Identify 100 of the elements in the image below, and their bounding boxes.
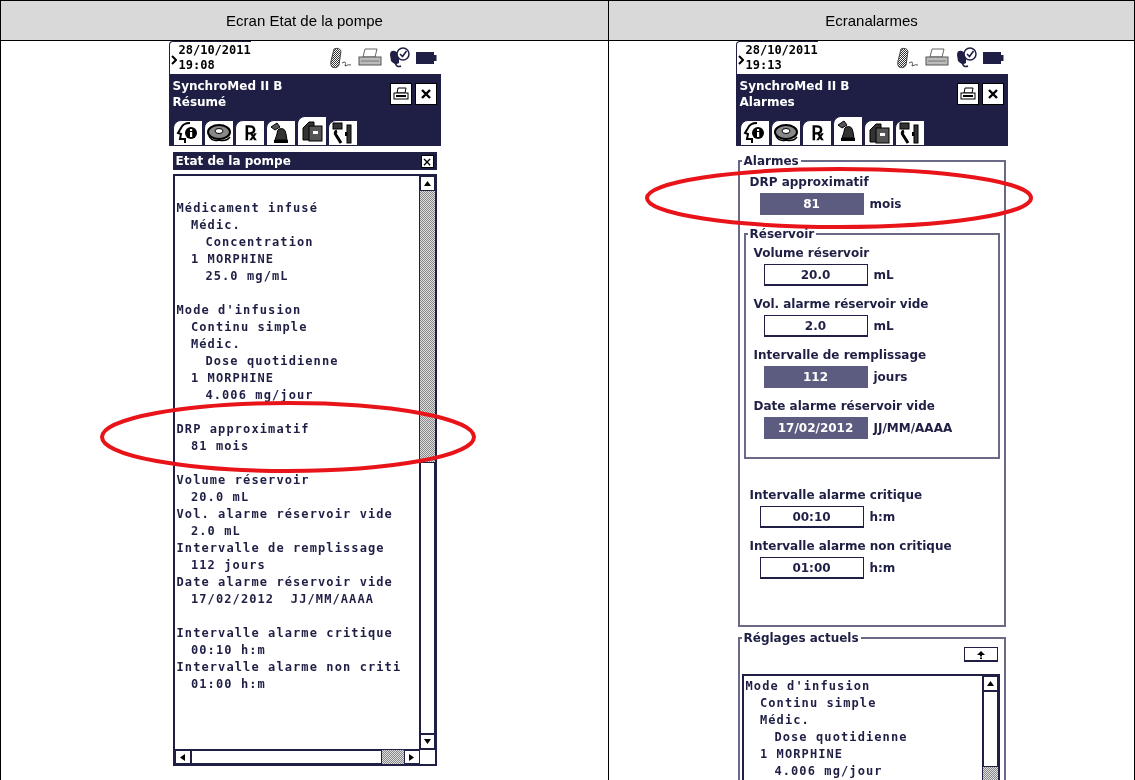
listing-line: Intervalle alarme critique: [176, 625, 394, 642]
unit-label: h:m: [869, 510, 896, 524]
vertical-scrollbar[interactable]: [981, 676, 998, 780]
print-button[interactable]: [956, 83, 979, 105]
tab[interactable]: [296, 116, 327, 146]
field-label: Intervalle de remplissage: [753, 347, 928, 364]
close-button[interactable]: [981, 83, 1004, 105]
remote-control-icon: [895, 46, 920, 69]
listing-line: 4.006 mg/jour: [204, 387, 315, 404]
unit-label: mL: [873, 319, 894, 333]
value-field[interactable]: 01:00: [759, 557, 864, 579]
listing-line: 20.0 mL: [189, 489, 251, 506]
close-icon: [419, 88, 432, 100]
listing-line: Mode d'infusion: [176, 302, 303, 319]
listing-line: Date alarme réservoir vide: [176, 574, 394, 591]
folder-icon: [866, 122, 891, 144]
battery-icon: [414, 50, 437, 65]
battery-icon: [981, 50, 1004, 65]
scroll-up-arrow-icon[interactable]: [986, 681, 994, 686]
listing-line: 25.0 mg/mL: [204, 268, 290, 285]
field-label: Vol. alarme réservoir vide: [753, 296, 930, 313]
time-text: 19:13: [745, 58, 783, 73]
tab[interactable]: [327, 120, 358, 146]
field-label: Date alarme réservoir vide: [753, 398, 936, 415]
listing-line: 112 jours: [189, 557, 267, 574]
printer-icon: [923, 47, 950, 68]
tab[interactable]: [832, 116, 863, 146]
date-text: 28/10/2011: [178, 43, 251, 58]
field-label: Volume réservoir: [753, 245, 871, 262]
listing-line: Intervalle alarme non criti: [176, 659, 403, 676]
value-field[interactable]: 20.0: [763, 264, 868, 286]
listing-line: Continu simple: [758, 695, 878, 712]
scroll-thumb[interactable]: [982, 691, 998, 767]
device-name: SynchroMed II B: [172, 78, 284, 94]
tab[interactable]: [265, 120, 296, 146]
field-label: Intervalle alarme non critique: [749, 538, 953, 555]
tab[interactable]: ℞: [234, 120, 265, 146]
listing-line: 1 MORPHINE: [189, 251, 276, 268]
listing-line: 1 MORPHINE: [189, 370, 276, 387]
value-field: 81: [759, 193, 864, 215]
listing-line: 00:10 h:m: [189, 642, 267, 659]
head-info-icon: [742, 122, 767, 144]
column-header: Ecranalarmes: [608, 1, 1134, 40]
tab[interactable]: [739, 120, 770, 146]
device-name: SynchroMed II B: [739, 78, 851, 94]
scroll-left-arrow-icon[interactable]: [180, 753, 185, 761]
value-field[interactable]: 2.0: [763, 315, 868, 337]
page-title: Résumé: [172, 94, 228, 110]
listing-line: Médic.: [189, 217, 242, 234]
scroll-up-arrow-icon[interactable]: [423, 181, 431, 186]
rx-symbol: ℞: [243, 123, 256, 143]
date-text: 28/10/2011: [745, 43, 818, 58]
listing-line: 1 MORPHINE: [758, 746, 845, 763]
page-title: Alarmes: [739, 94, 796, 110]
printer-icon: [356, 47, 383, 68]
tab[interactable]: ℞: [801, 120, 832, 146]
close-button[interactable]: [414, 83, 437, 105]
value-field[interactable]: 00:10: [759, 506, 864, 528]
group-legend: Réglages actuels: [741, 630, 861, 646]
vertical-scrollbar[interactable]: [418, 176, 435, 749]
listing-line: Dose quotidienne: [773, 729, 909, 746]
scroll-down-arrow-icon[interactable]: [423, 739, 431, 744]
scroll-right-arrow-icon[interactable]: [409, 753, 414, 761]
pump-disc-icon: [772, 122, 799, 144]
scroll-track: [982, 767, 998, 780]
scroll-thumb[interactable]: [419, 461, 435, 734]
listing-line: Concentration: [204, 234, 315, 251]
listing-line: 4.006 mg/jour: [773, 763, 884, 780]
listing-line: Intervalle de remplissage: [176, 540, 386, 557]
collapse-button[interactable]: [963, 647, 998, 662]
listing-line: DRP approximatif: [176, 421, 311, 438]
tab[interactable]: [203, 120, 234, 146]
listing-line: 81 mois: [189, 438, 251, 455]
listing-line: Continu simple: [189, 319, 309, 336]
listing-line: 2.0 mL: [189, 523, 242, 540]
listing-line: Médicament infusé: [176, 200, 320, 217]
unit-label: mois: [869, 197, 902, 211]
listing-line: Dose quotidienne: [204, 353, 340, 370]
rx-symbol: ℞: [810, 123, 823, 143]
close-button[interactable]: ×: [420, 154, 434, 168]
tab[interactable]: [863, 120, 894, 146]
wrench-screwdriver-icon: [897, 122, 922, 144]
unit-label: JJ/MM/AAAA: [873, 421, 953, 435]
listing-line: Volume réservoir: [176, 472, 311, 489]
tab[interactable]: [770, 120, 801, 146]
field-label: Intervalle alarme critique: [749, 487, 924, 504]
listing-line: Médic.: [189, 336, 242, 353]
close-icon: [986, 88, 999, 100]
unit-label: mL: [873, 268, 894, 282]
head-info-icon: [175, 122, 200, 144]
print-button[interactable]: [389, 83, 412, 105]
chevron-icon: [170, 55, 177, 65]
tab[interactable]: [172, 120, 203, 146]
unit-label: h:m: [869, 561, 896, 575]
listing-line: 17/02/2012 JJ/MM/AAAA: [189, 591, 376, 608]
value-field: 112: [763, 366, 868, 388]
scroll-thumb[interactable]: [190, 750, 382, 764]
tab[interactable]: [894, 120, 925, 146]
horizontal-scrollbar[interactable]: [174, 749, 435, 764]
chevron-icon: [737, 55, 744, 65]
